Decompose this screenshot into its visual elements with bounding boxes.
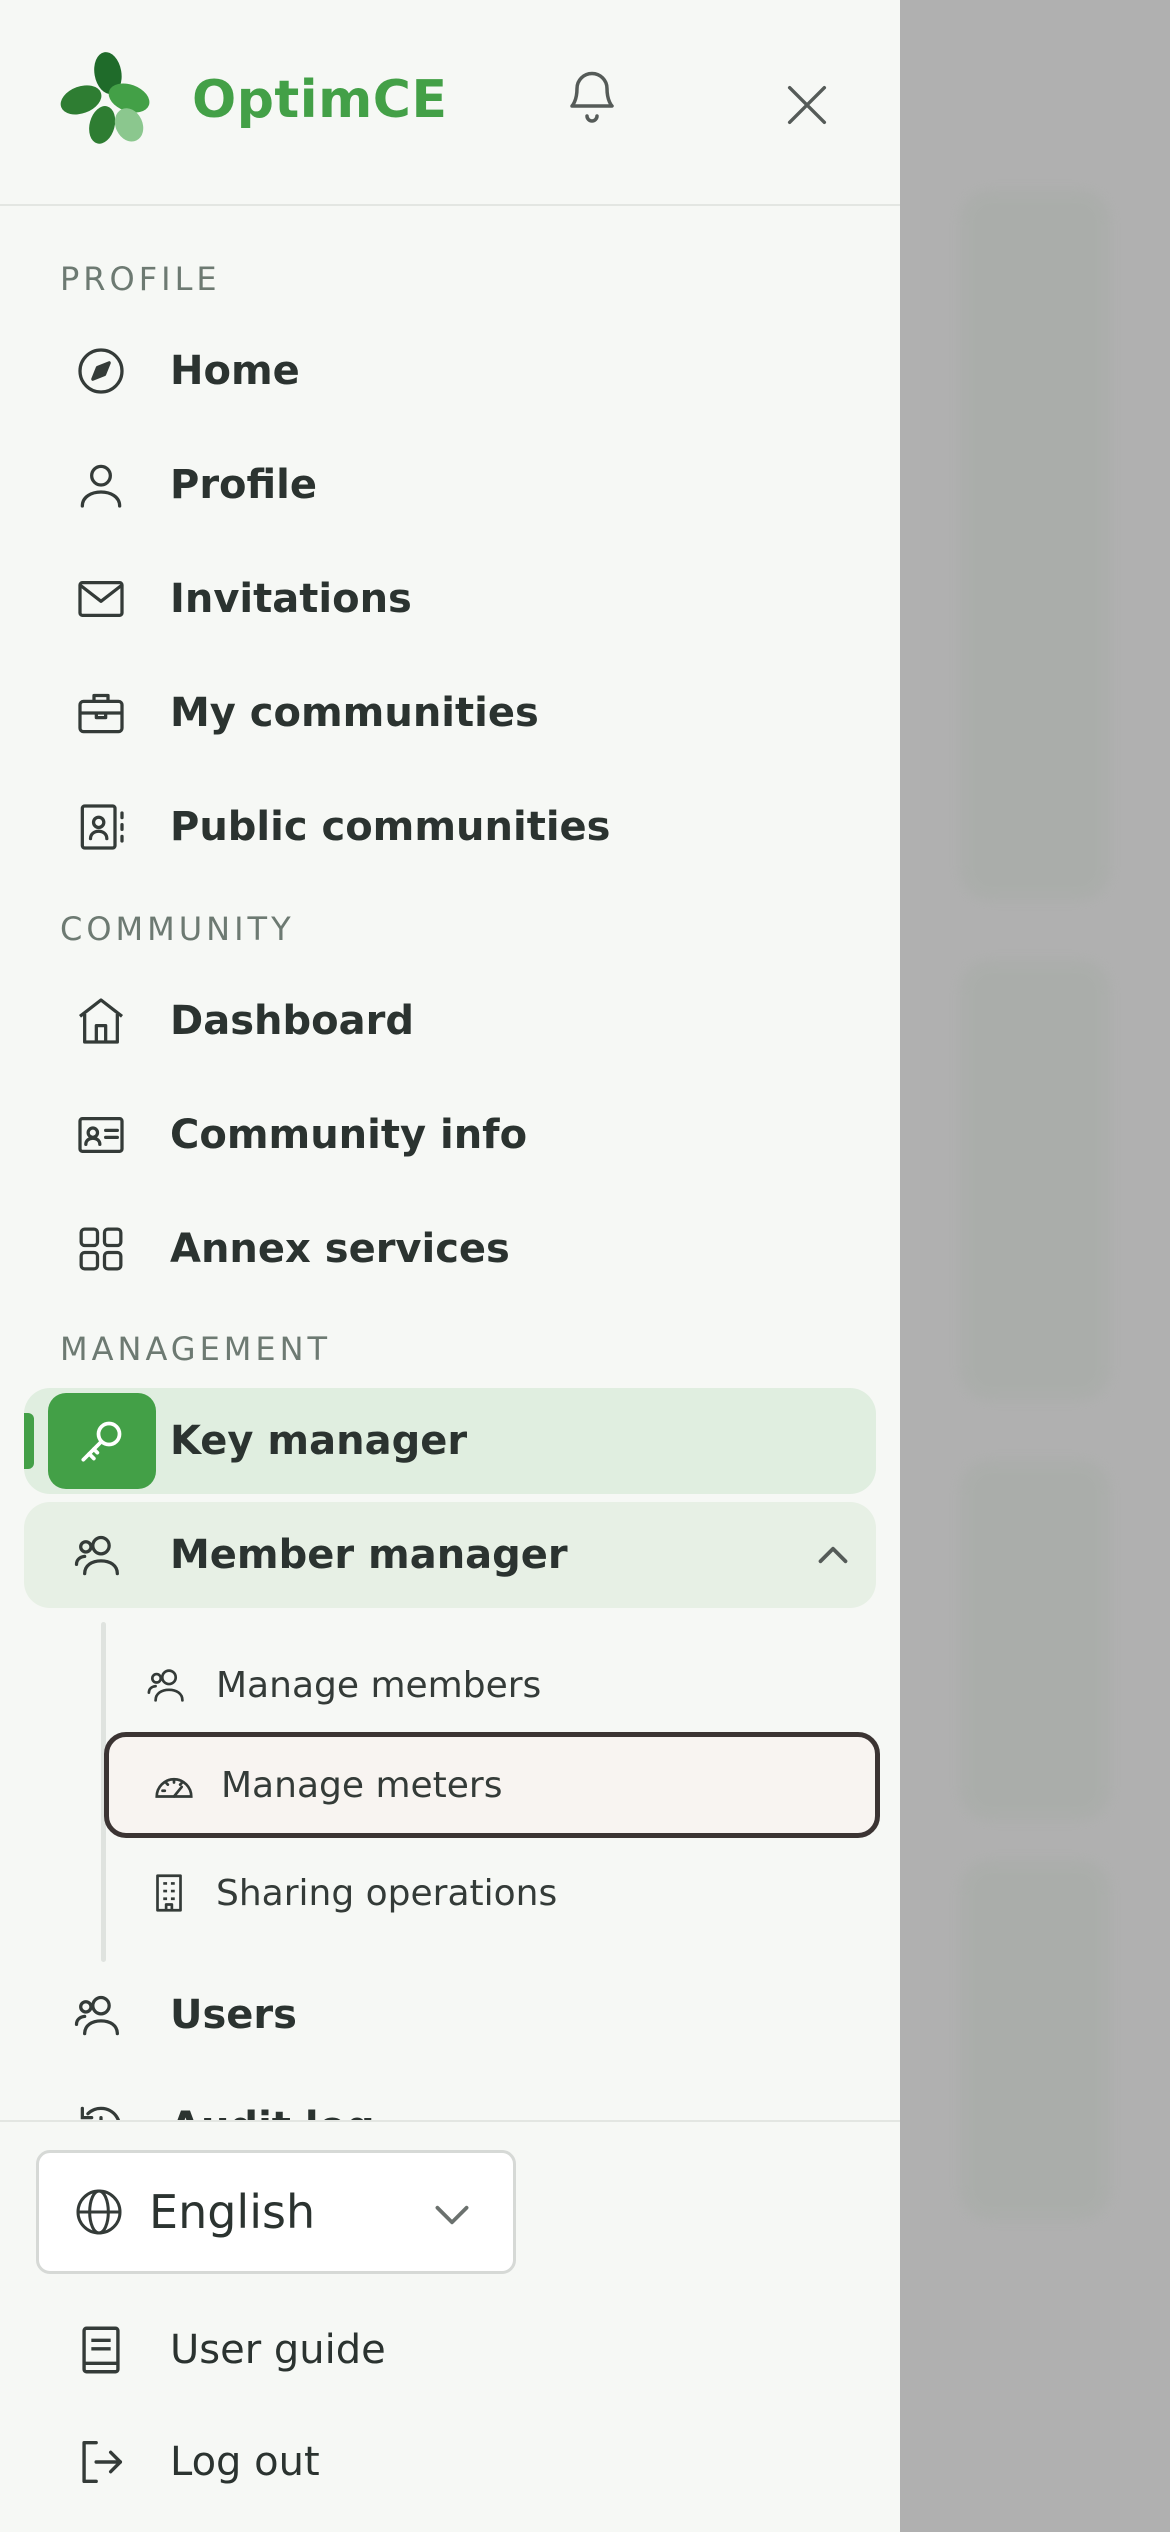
nav-item-label: Home bbox=[170, 348, 300, 394]
gauge-icon bbox=[155, 1777, 193, 1798]
nav-item-label: Member manager bbox=[170, 1532, 568, 1578]
building-icon bbox=[156, 1874, 182, 1912]
bell-icon bbox=[570, 71, 614, 123]
briefcase-icon bbox=[78, 693, 124, 734]
nav-item-label: Invitations bbox=[170, 576, 412, 622]
subnav-item-label: Manage members bbox=[216, 1664, 542, 1706]
nav-item-label: Public communities bbox=[170, 804, 611, 850]
logout-button[interactable]: Log out bbox=[24, 2412, 724, 2512]
nav-item-label: Profile bbox=[170, 462, 318, 508]
nav-item-profile[interactable]: Profile bbox=[24, 432, 876, 538]
language-select[interactable]: English bbox=[36, 2150, 516, 2274]
globe-icon bbox=[76, 2189, 122, 2235]
nav-item-public-communities[interactable]: Public communities bbox=[24, 774, 876, 880]
section-label-profile: PROFILE bbox=[60, 260, 221, 298]
nav-item-label: Audit log bbox=[170, 2104, 375, 2120]
active-indicator bbox=[24, 1413, 34, 1469]
drawer-header: OptimCE bbox=[0, 0, 900, 206]
user-guide-label: User guide bbox=[170, 2327, 386, 2373]
chevron-up-icon bbox=[818, 1546, 848, 1564]
subnav-item-sharing-operations[interactable]: Sharing operations bbox=[104, 1840, 880, 1946]
close-drawer-button[interactable] bbox=[772, 70, 842, 140]
contact-book-icon bbox=[80, 804, 124, 850]
background-card bbox=[960, 190, 1110, 900]
nav-item-label: Users bbox=[170, 1992, 297, 2038]
grid-icon bbox=[79, 1227, 123, 1271]
subnav-item-manage-meters[interactable]: Manage meters bbox=[104, 1732, 880, 1838]
user-icon bbox=[80, 464, 122, 508]
nav-item-label: Dashboard bbox=[170, 998, 414, 1044]
language-value: English bbox=[149, 2185, 316, 2239]
home-icon bbox=[78, 998, 124, 1044]
nav-item-label: Annex services bbox=[170, 1226, 510, 1272]
drawer-nav[interactable]: PROFILE Home Profile Invitations My comm… bbox=[0, 208, 900, 2120]
subnav-item-label: Manage meters bbox=[221, 1764, 503, 1806]
nav-item-annex-services[interactable]: Annex services bbox=[24, 1196, 876, 1302]
users-icon bbox=[74, 1535, 119, 1576]
compass-icon bbox=[78, 348, 124, 394]
background-card bbox=[960, 1860, 1110, 2220]
notifications-button[interactable] bbox=[558, 62, 626, 130]
section-label-community: COMMUNITY bbox=[60, 910, 295, 948]
key-icon bbox=[81, 1421, 122, 1462]
nav-item-key-manager[interactable]: Key manager bbox=[24, 1388, 876, 1494]
users-icon bbox=[147, 1669, 184, 1702]
logout-icon bbox=[82, 2440, 123, 2484]
id-card-icon bbox=[78, 1117, 124, 1153]
nav-item-label: Community info bbox=[170, 1112, 528, 1158]
users-icon bbox=[74, 1995, 119, 2036]
brand-name: OptimCE bbox=[192, 70, 448, 130]
logout-label: Log out bbox=[170, 2439, 320, 2485]
clover-logo-icon bbox=[60, 52, 150, 144]
subnav-item-label: Sharing operations bbox=[216, 1872, 558, 1914]
nav-item-label: My communities bbox=[170, 690, 539, 736]
mail-icon bbox=[78, 581, 124, 617]
user-guide-link[interactable]: User guide bbox=[24, 2300, 724, 2400]
section-label-management: MANAGEMENT bbox=[60, 1330, 332, 1368]
drawer-footer: English User guide Log out bbox=[0, 2120, 900, 2532]
nav-item-home[interactable]: Home bbox=[24, 318, 876, 424]
navigation-drawer: OptimCE PROFILE Home Profile Invitations bbox=[0, 0, 900, 2532]
history-icon bbox=[80, 2106, 120, 2120]
background-card bbox=[960, 1460, 1110, 1820]
nav-item-dashboard[interactable]: Dashboard bbox=[24, 968, 876, 1074]
nav-item-invitations[interactable]: Invitations bbox=[24, 546, 876, 652]
nav-item-member-manager[interactable]: Member manager bbox=[24, 1502, 876, 1608]
nav-item-users[interactable]: Users bbox=[24, 1962, 876, 2068]
book-icon bbox=[82, 2326, 120, 2374]
background-card bbox=[960, 960, 1110, 1400]
nav-item-my-communities[interactable]: My communities bbox=[24, 660, 876, 766]
nav-item-audit-log[interactable]: Audit log bbox=[24, 2074, 876, 2120]
chevron-down-icon bbox=[435, 2205, 469, 2225]
nav-item-label: Key manager bbox=[170, 1418, 468, 1464]
subnav-item-manage-members[interactable]: Manage members bbox=[104, 1632, 880, 1738]
nav-item-community-info[interactable]: Community info bbox=[24, 1082, 876, 1188]
close-icon bbox=[787, 85, 827, 125]
